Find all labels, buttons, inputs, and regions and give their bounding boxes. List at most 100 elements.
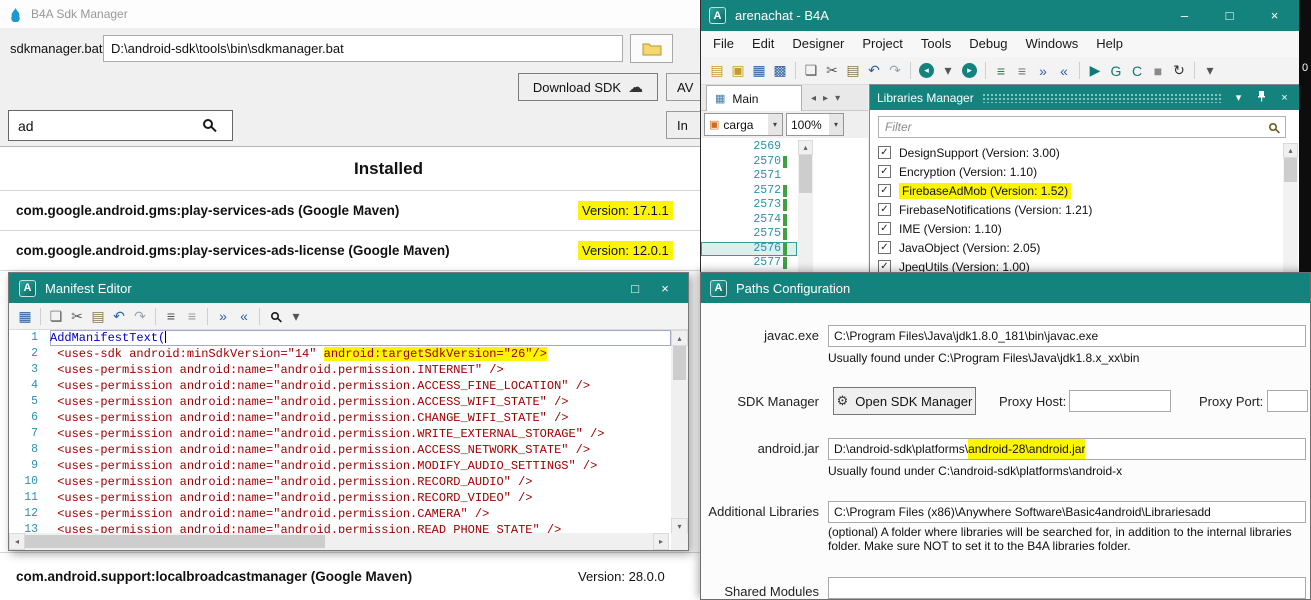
undo-icon[interactable]: ↶ — [109, 306, 129, 326]
manifest-editor-titlebar[interactable]: A Manifest Editor □ × — [9, 273, 688, 303]
close-icon[interactable]: × — [1277, 92, 1292, 104]
menu-tools[interactable]: Tools — [912, 31, 960, 57]
minimize-icon[interactable]: – — [1162, 0, 1207, 31]
proxy-host-input[interactable] — [1069, 390, 1171, 412]
manifest-line-6[interactable]: 6 <uses-permission android:name="android… — [10, 410, 671, 426]
dropdown-icon[interactable]: ▾ — [768, 114, 782, 135]
navigate-back-icon[interactable]: ◂ — [919, 63, 934, 78]
run-icon[interactable]: ▶ — [1085, 61, 1105, 81]
manifest-line-11[interactable]: 11 <uses-permission android:name="androi… — [10, 490, 671, 506]
save-all-icon[interactable]: ▩ — [770, 61, 790, 81]
manifest-line-9[interactable]: 9 <uses-permission android:name="android… — [10, 458, 671, 474]
undo-icon[interactable]: ↶ — [864, 61, 884, 81]
proxy-port-input[interactable] — [1267, 390, 1308, 412]
indent-icon[interactable]: » — [1033, 61, 1053, 81]
compile-icon[interactable]: C — [1127, 61, 1147, 81]
library-checkbox[interactable]: ✓ — [878, 165, 891, 178]
horizontal-scrollbar[interactable]: ◂ ▸ — [9, 533, 669, 550]
menu-project[interactable]: Project — [853, 31, 911, 57]
sdk-manager-titlebar[interactable]: B4A Sdk Manager — [0, 0, 777, 28]
library-checkbox[interactable]: ✓ — [878, 184, 891, 197]
library-item[interactable]: ✓ IME (Version: 1.10) — [870, 219, 1284, 238]
uncomment-icon[interactable]: ≡ — [182, 306, 202, 326]
redo-icon[interactable]: ↷ — [885, 61, 905, 81]
library-item[interactable]: ✓ FirebaseAdMob (Version: 1.52) — [870, 181, 1284, 200]
manifest-line-10[interactable]: 10 <uses-permission android:name="androi… — [10, 474, 671, 490]
library-item[interactable]: ✓ DesignSupport (Version: 3.00) — [870, 143, 1284, 162]
search-icon[interactable] — [203, 119, 213, 129]
menu-edit[interactable]: Edit — [743, 31, 783, 57]
scrollbar-thumb[interactable] — [673, 346, 686, 380]
new-project-icon[interactable]: ▤ — [707, 61, 727, 81]
editor-line-2573[interactable]: 2573 — [701, 198, 797, 213]
package-row[interactable]: com.android.support:localbroadcastmanage… — [0, 552, 777, 600]
package-search-input[interactable] — [8, 110, 233, 141]
manifest-line-5[interactable]: 5 <uses-permission android:name="android… — [10, 394, 671, 410]
scroll-up-icon[interactable]: ▴ — [1283, 143, 1298, 158]
package-row[interactable]: com.google.android.gms:play-services-ads… — [0, 191, 777, 231]
scroll-up-icon[interactable]: ▴ — [671, 330, 688, 346]
scroll-left-icon[interactable]: ◂ — [9, 533, 25, 550]
tab-list-icon[interactable]: ▾ — [835, 93, 840, 104]
manifest-line-12[interactable]: 12 <uses-permission android:name="androi… — [10, 506, 671, 522]
dock-menu-icon[interactable]: ▾ — [1231, 91, 1246, 104]
zoom-dropdown[interactable]: 100% ▾ — [786, 113, 844, 136]
paths-configuration-titlebar[interactable]: A Paths Configuration — [701, 273, 1310, 303]
maximize-icon[interactable]: □ — [620, 273, 650, 303]
navigate-forward-icon[interactable]: ▸ — [962, 63, 977, 78]
manifest-line-3[interactable]: 3 <uses-permission android:name="android… — [10, 362, 671, 378]
libraries-manager-header[interactable]: Libraries Manager ▾ × — [870, 85, 1299, 110]
browse-folder-button[interactable] — [630, 34, 673, 63]
scrollbar-thumb[interactable] — [799, 155, 812, 193]
scroll-up-icon[interactable]: ▴ — [798, 140, 813, 155]
pin-icon[interactable] — [1254, 90, 1269, 105]
library-checkbox[interactable]: ✓ — [878, 222, 891, 235]
tab-main[interactable]: ▦ Main — [706, 85, 802, 111]
redo-icon[interactable]: ↷ — [130, 306, 150, 326]
open-sdk-manager-button[interactable]: ⚙ Open SDK Manager — [833, 387, 976, 415]
scrollbar-thumb[interactable] — [1284, 158, 1297, 182]
menu-windows[interactable]: Windows — [1017, 31, 1088, 57]
cut-icon[interactable]: ✂ — [67, 306, 87, 326]
editor-line-2576[interactable]: 2576 — [701, 241, 797, 256]
back-history-icon[interactable]: ▾ — [938, 61, 958, 81]
toolbar-overflow-icon[interactable]: ▾ — [286, 306, 306, 326]
library-item[interactable]: ✓ FirebaseNotifications (Version: 1.21) — [870, 200, 1284, 219]
additional-libraries-input[interactable] — [828, 501, 1306, 523]
comment-icon[interactable]: ≡ — [991, 61, 1011, 81]
search-icon[interactable] — [265, 306, 285, 326]
library-checkbox[interactable]: ✓ — [878, 241, 891, 254]
paste-icon[interactable]: ▤ — [88, 306, 108, 326]
refresh-icon[interactable]: ↻ — [1169, 61, 1189, 81]
scroll-right-icon[interactable]: ▸ — [653, 533, 669, 550]
editor-line-2574[interactable]: 2574 — [701, 213, 797, 228]
library-item[interactable]: ✓ JavaObject (Version: 2.05) — [870, 238, 1284, 257]
library-checkbox[interactable]: ✓ — [878, 203, 891, 216]
save-icon[interactable]: ▦ — [749, 61, 769, 81]
dropdown-icon[interactable]: ▾ — [829, 114, 843, 135]
manifest-code-editor[interactable]: 1 AddManifestText(2 <uses-sdk android:min… — [10, 330, 671, 534]
editor-line-2569[interactable]: 2569 — [701, 140, 797, 155]
maximize-icon[interactable]: □ — [1207, 0, 1252, 31]
copy-icon[interactable]: ❏ — [46, 306, 66, 326]
filter-search-icon[interactable] — [1269, 123, 1277, 131]
sdkmanager-path-input[interactable] — [103, 35, 623, 62]
open-project-icon[interactable]: ▣ — [728, 61, 748, 81]
library-item[interactable]: ✓ Encryption (Version: 1.10) — [870, 162, 1284, 181]
editor-line-2571[interactable]: 2571 — [701, 169, 797, 184]
cut-icon[interactable]: ✂ — [822, 61, 842, 81]
editor-line-2572[interactable]: 2572 — [701, 184, 797, 199]
menu-file[interactable]: File — [704, 31, 743, 57]
stop-icon[interactable]: ■ — [1148, 61, 1168, 81]
save-icon[interactable]: ▦ — [15, 306, 35, 326]
android-jar-input[interactable]: D:\android-sdk\platforms\ android-28\andr… — [828, 438, 1306, 460]
editor-scrollbar[interactable]: ▴ — [798, 140, 813, 272]
ide-titlebar[interactable]: A arenachat - B4A – □ × — [701, 0, 1311, 31]
editor-line-2575[interactable]: 2575 — [701, 227, 797, 242]
scrollbar-thumb[interactable] — [25, 535, 325, 548]
outdent-icon[interactable]: « — [1054, 61, 1074, 81]
menu-help[interactable]: Help — [1087, 31, 1132, 57]
manifest-line-8[interactable]: 8 <uses-permission android:name="android… — [10, 442, 671, 458]
rapid-debug-icon[interactable]: G — [1106, 61, 1126, 81]
paste-icon[interactable]: ▤ — [843, 61, 863, 81]
